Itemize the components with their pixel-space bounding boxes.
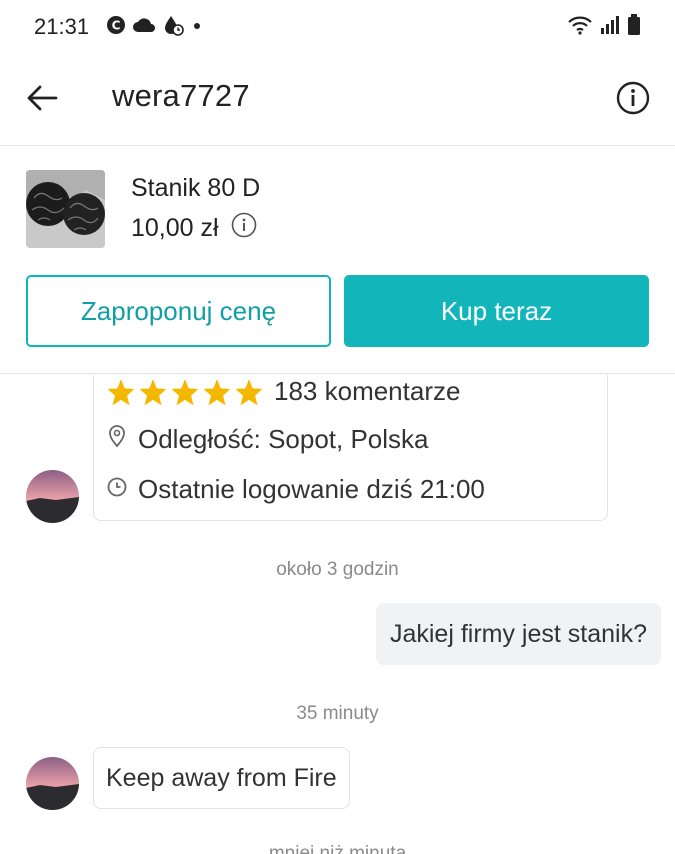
message-timestamp: około 3 godzin xyxy=(276,559,399,580)
svg-text:C: C xyxy=(112,19,121,33)
item-price: 10,00 zł xyxy=(131,214,219,242)
dot-icon xyxy=(190,18,204,37)
star-icon xyxy=(235,378,263,405)
incoming-message[interactable]: Keep away from Fire xyxy=(93,747,350,809)
cloud-icon xyxy=(132,17,156,38)
item-title: Stanik 80 D xyxy=(131,174,261,202)
message-timestamp: 35 minuty xyxy=(296,703,379,724)
item-thumbnail[interactable] xyxy=(26,170,105,248)
rating-stars xyxy=(106,378,264,406)
message-list[interactable]: 183 komentarze Odległość: Sopot, Polska … xyxy=(0,375,675,854)
star-icon xyxy=(107,378,135,405)
reviews-count[interactable]: 183 komentarze xyxy=(274,376,460,407)
star-icon xyxy=(203,378,231,405)
buy-now-button[interactable]: Kup teraz xyxy=(344,275,649,347)
rating-row: 183 komentarze xyxy=(106,376,460,407)
info-circle-icon xyxy=(616,81,650,120)
arrow-left-icon xyxy=(26,84,58,117)
wifi-icon xyxy=(567,15,593,40)
location-text: Odległość: Sopot, Polska xyxy=(138,424,429,454)
signal-icon xyxy=(599,15,621,40)
item-summary: Stanik 80 D 10,00 zł Zaproponuj cenę Kup… xyxy=(0,146,675,374)
last-login-text: Ostatnie logowanie dziś 21:00 xyxy=(138,474,485,504)
location-row: Odległość: Sopot, Polska xyxy=(106,424,429,455)
last-login-row: Ostatnie logowanie dziś 21:00 xyxy=(106,474,485,505)
price-info-icon[interactable] xyxy=(231,212,257,245)
outgoing-message[interactable]: Jakiej firmy jest stanik? xyxy=(375,603,661,665)
seller-profile-card[interactable]: 183 komentarze Odległość: Sopot, Polska … xyxy=(93,375,608,521)
c-badge-icon: C xyxy=(106,15,126,40)
message-timestamp: mniej niż minuta xyxy=(268,843,407,854)
star-icon xyxy=(139,378,167,405)
location-pin-icon xyxy=(106,424,128,455)
status-time: 21:31 xyxy=(34,14,90,39)
status-right-icons xyxy=(567,14,641,41)
chat-header: wera7727 xyxy=(0,56,675,146)
info-button[interactable] xyxy=(613,80,653,120)
status-bar: 21:31 C xyxy=(0,0,675,56)
conversation-username[interactable]: wera7727 xyxy=(112,78,250,114)
make-offer-button[interactable]: Zaproponuj cenę xyxy=(26,275,331,347)
back-button[interactable] xyxy=(22,80,62,120)
water-drop-clock-icon xyxy=(162,14,184,41)
clock-icon xyxy=(106,474,128,505)
status-left-icons: C xyxy=(106,14,204,41)
star-icon xyxy=(171,378,199,405)
battery-icon xyxy=(627,14,641,41)
item-price-row: 10,00 zł xyxy=(131,212,257,245)
avatar[interactable] xyxy=(26,757,79,810)
avatar[interactable] xyxy=(26,470,79,523)
